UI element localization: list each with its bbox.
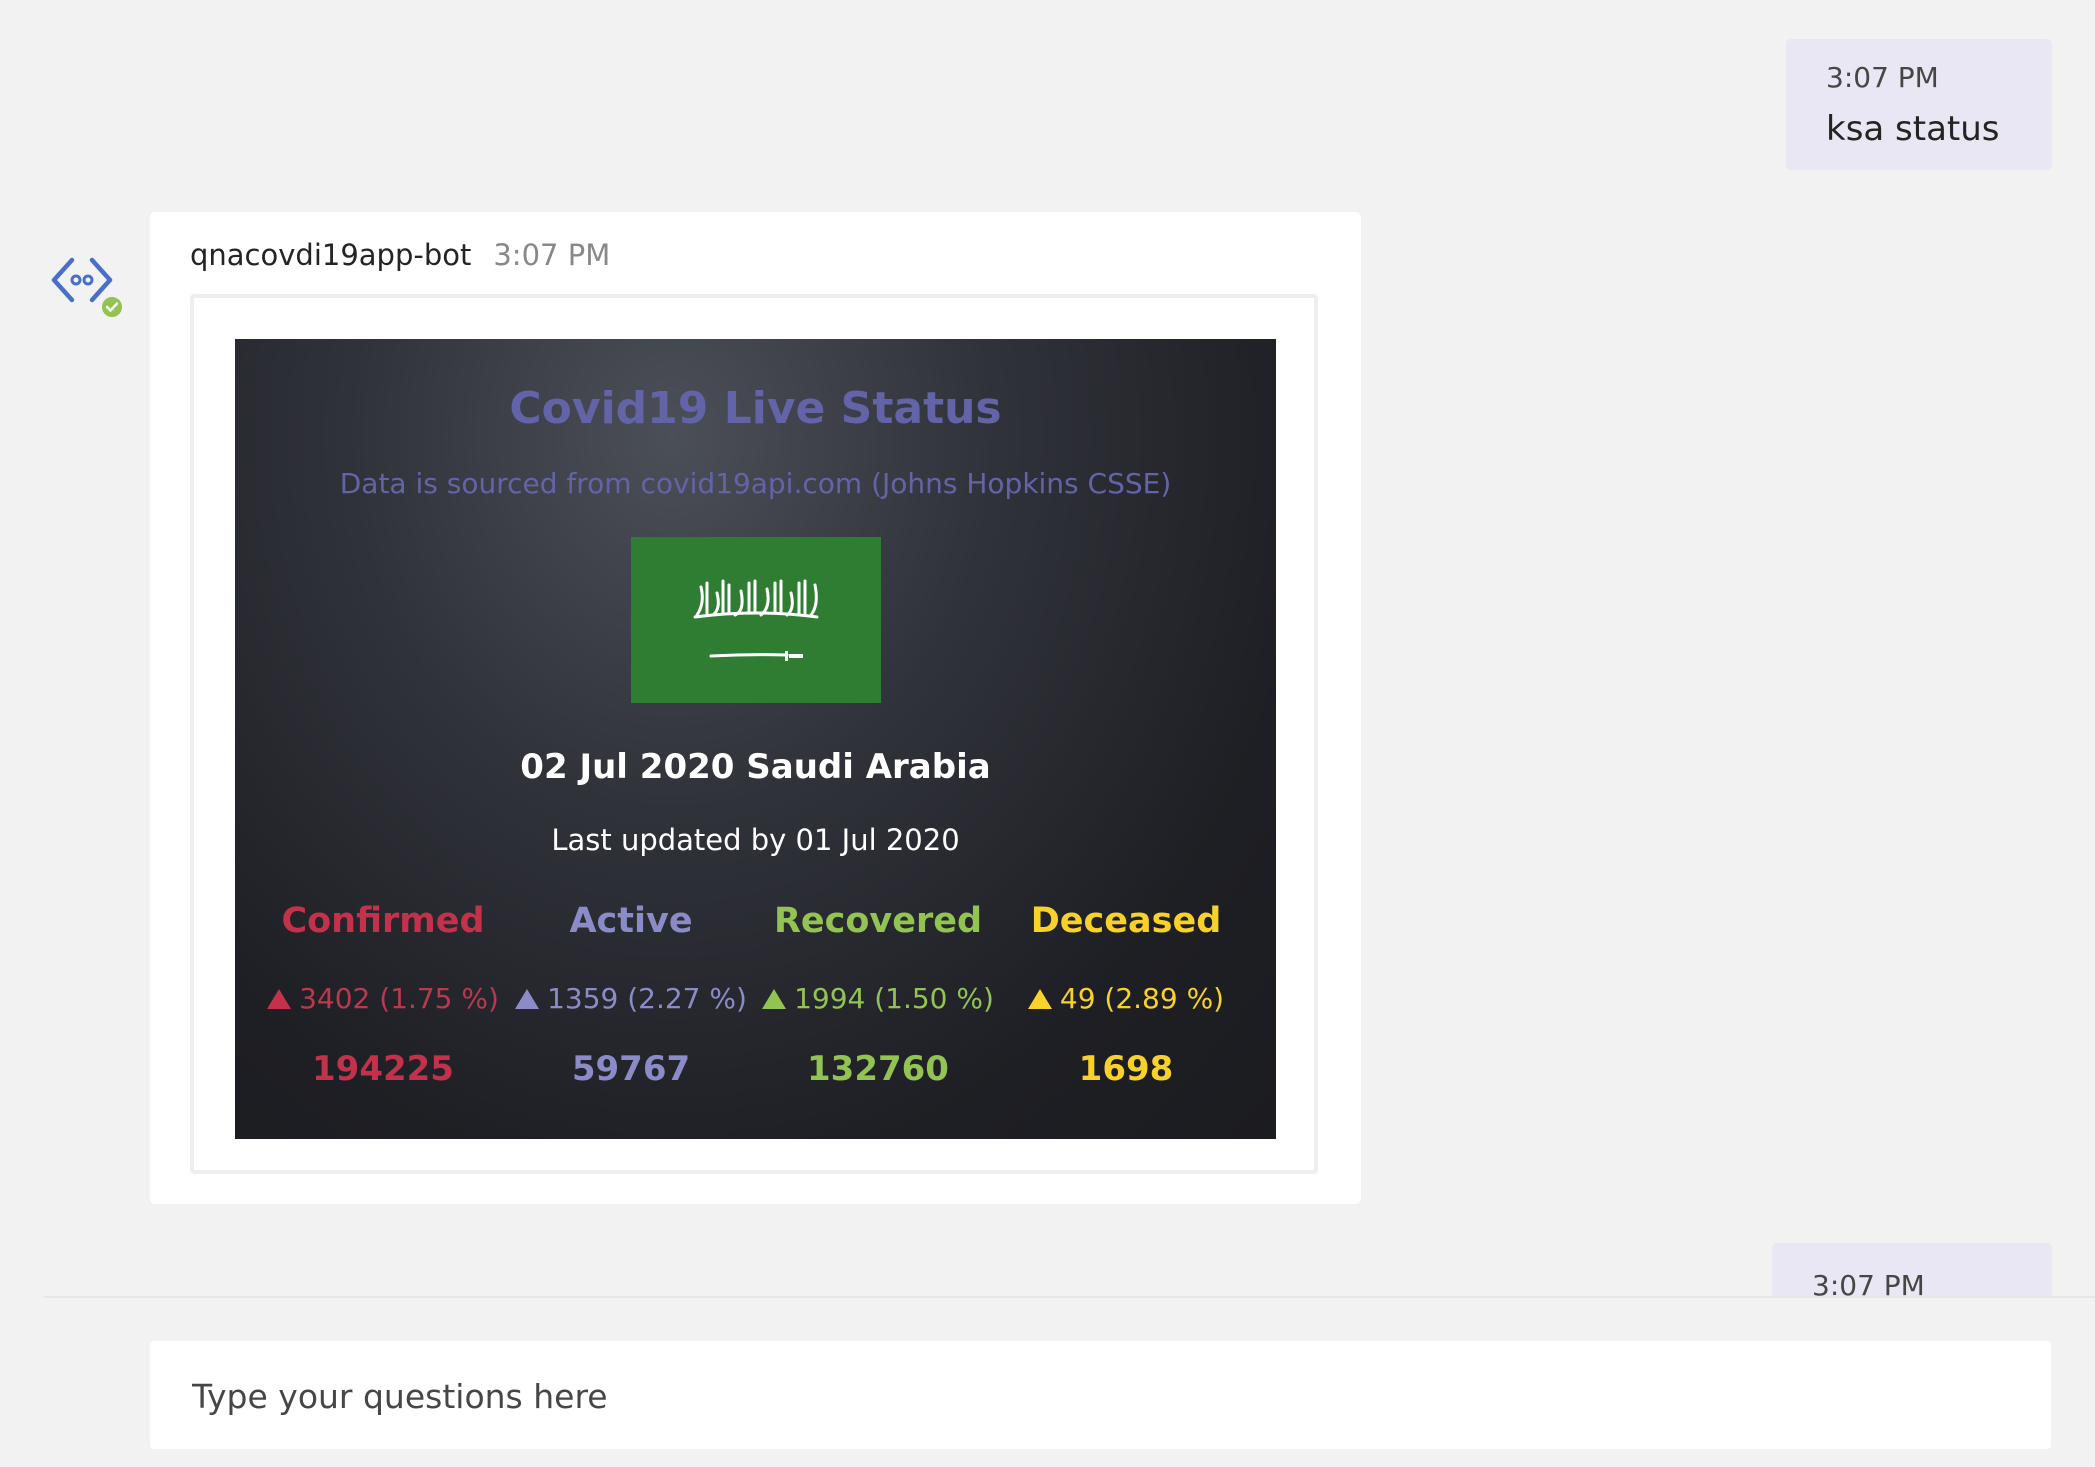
compose-box[interactable] bbox=[150, 1341, 2051, 1451]
stat-delta-value: 49 (2.89 %) bbox=[1059, 982, 1225, 1015]
stat-label: Recovered bbox=[773, 901, 983, 941]
message-text: ksa status bbox=[1826, 109, 2000, 149]
message-timestamp: 3:07 PM bbox=[493, 238, 611, 272]
message-timestamp: 3:07 PM bbox=[1812, 1269, 1925, 1297]
stat-delta-value: 1359 (2.27 %) bbox=[547, 982, 747, 1015]
stat-active: Active 1359 (2.27 %) 59767 bbox=[501, 899, 761, 1091]
stat-label: Deceased bbox=[1030, 901, 1222, 941]
stat-total: 1698 bbox=[1078, 1049, 1174, 1089]
stat-total: 59767 bbox=[571, 1049, 691, 1089]
stat-delta: 1994 (1.50 %) bbox=[748, 981, 1008, 1017]
stat-delta: 49 (2.89 %) bbox=[996, 981, 1256, 1017]
stat-confirmed: Confirmed 3402 (1.75 %) 194225 bbox=[253, 899, 513, 1091]
card-subtitle: Data is sourced from covid19api.com (Joh… bbox=[339, 467, 1172, 500]
stat-label: Confirmed bbox=[281, 901, 485, 941]
triangle-up-icon bbox=[1027, 989, 1052, 1009]
compose-divider bbox=[44, 1296, 2095, 1298]
card-last-updated: Last updated by 01 Jul 2020 bbox=[551, 823, 960, 857]
stat-label: Active bbox=[569, 901, 693, 941]
stat-delta: 3402 (1.75 %) bbox=[253, 981, 513, 1017]
stat-delta: 1359 (2.27 %) bbox=[501, 981, 761, 1017]
card-title: Covid19 Live Status bbox=[509, 383, 1002, 434]
bot-message: qnacovdi19app-bot 3:07 PM Covid19 Live St… bbox=[150, 212, 1361, 1204]
bot-avatar[interactable] bbox=[50, 252, 130, 324]
shahada-calligraphy-icon bbox=[693, 579, 819, 619]
card-country-date: 02 Jul 2020 Saudi Arabia bbox=[520, 747, 991, 787]
message-input[interactable] bbox=[190, 1341, 2014, 1451]
stat-recovered: Recovered 1994 (1.50 %) 132760 bbox=[748, 899, 1008, 1091]
triangle-up-icon bbox=[267, 989, 292, 1009]
user-message-bubble: 3:07 PM bbox=[1772, 1243, 2052, 1297]
bot-name: qnacovdi19app-bot bbox=[190, 238, 472, 272]
stat-deceased: Deceased 49 (2.89 %) 1698 bbox=[996, 899, 1256, 1091]
stat-total: 132760 bbox=[807, 1049, 949, 1089]
saudi-arabia-flag-icon bbox=[631, 537, 881, 703]
user-message-bubble: 3:07 PM ksa status bbox=[1786, 39, 2052, 170]
stat-delta-value: 1994 (1.50 %) bbox=[794, 982, 994, 1015]
stat-total: 194225 bbox=[312, 1049, 454, 1089]
triangle-up-icon bbox=[515, 989, 540, 1009]
presence-available-icon bbox=[99, 294, 125, 320]
stat-delta-value: 3402 (1.75 %) bbox=[299, 982, 499, 1015]
sword-icon bbox=[709, 651, 803, 661]
adaptive-card-frame: Covid19 Live Status Data is sourced from… bbox=[190, 294, 1318, 1174]
triangle-up-icon bbox=[762, 989, 787, 1009]
message-timestamp: 3:07 PM bbox=[1826, 61, 1939, 94]
covid-status-card: Covid19 Live Status Data is sourced from… bbox=[235, 339, 1276, 1139]
bot-message-header: qnacovdi19app-bot 3:07 PM bbox=[190, 238, 610, 272]
